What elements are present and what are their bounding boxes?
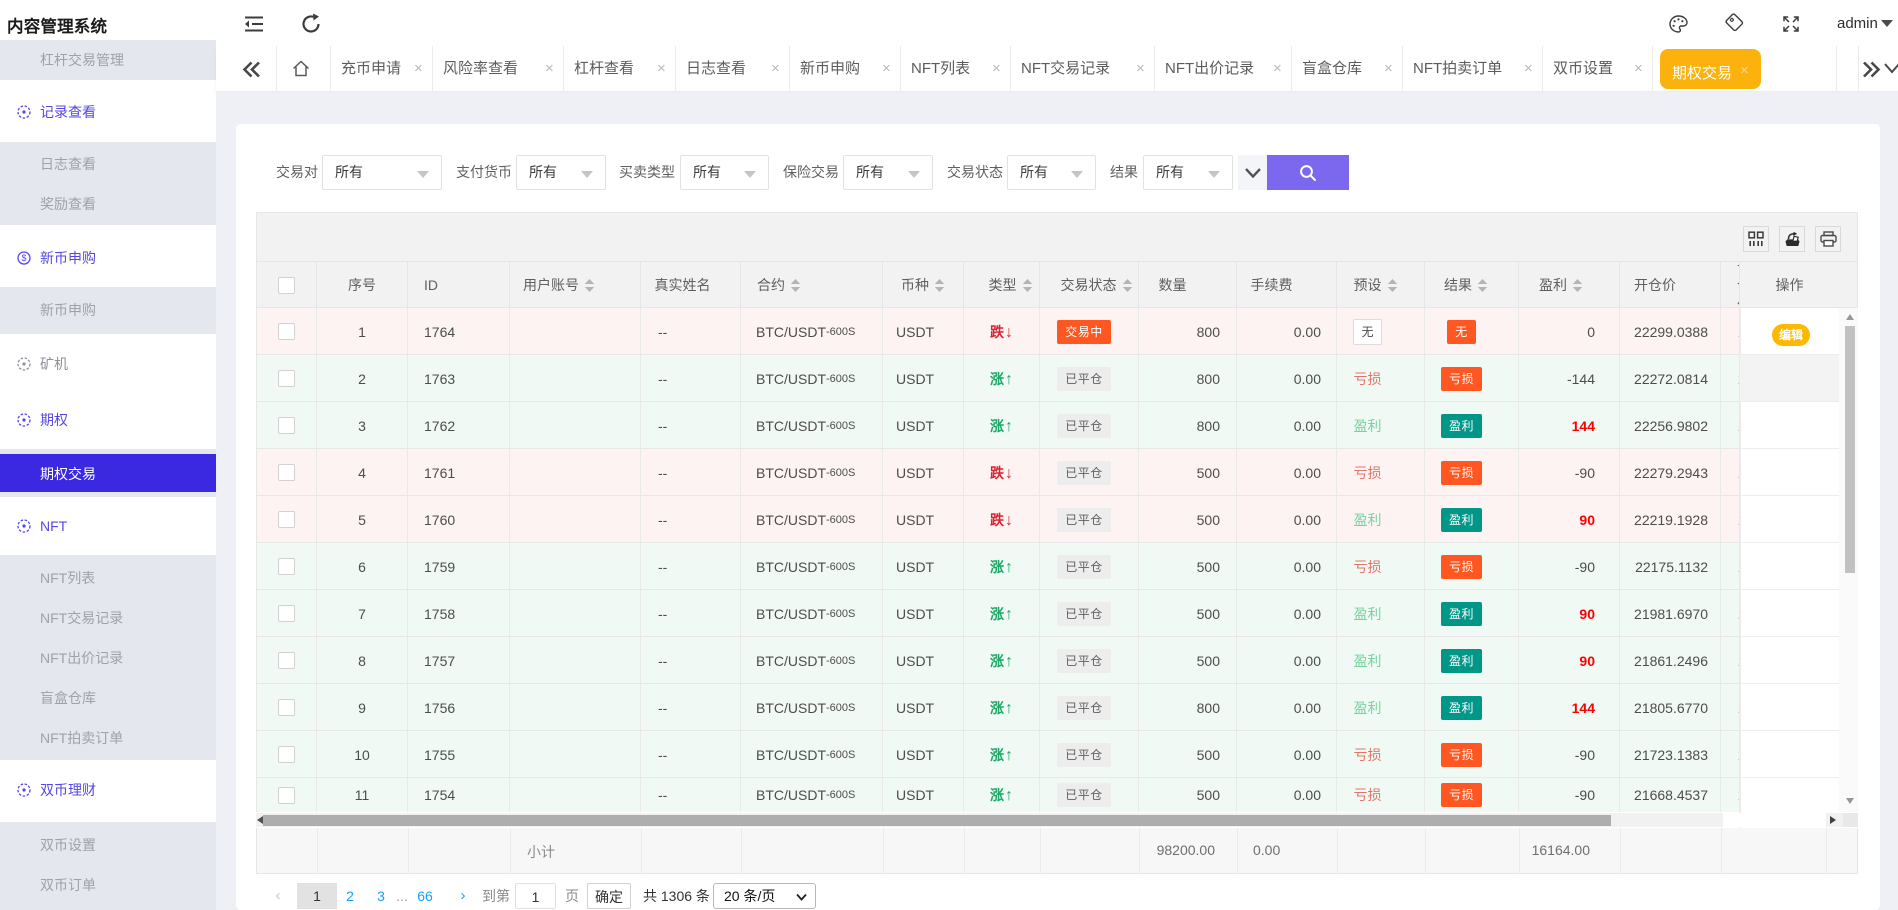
svg-text:$: $: [21, 253, 26, 263]
